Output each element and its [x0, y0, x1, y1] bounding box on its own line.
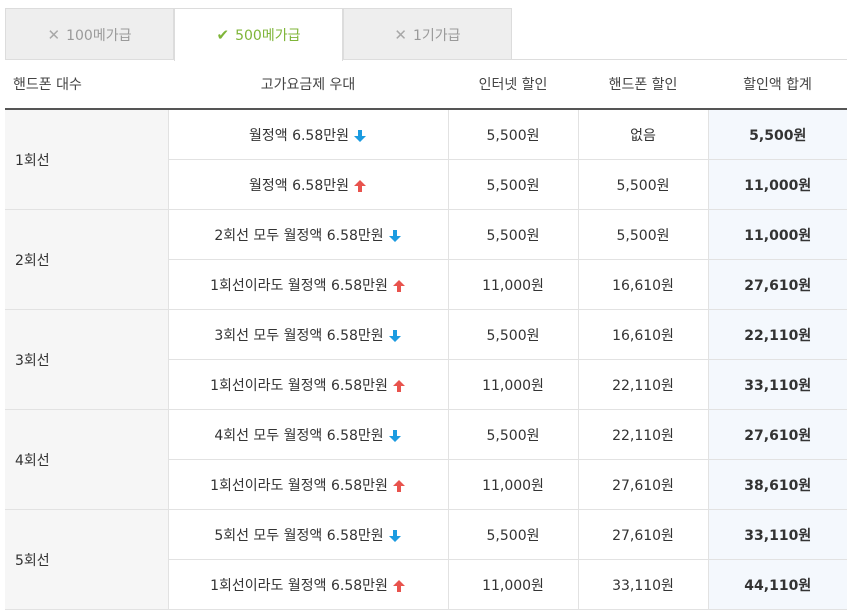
plan-condition-text: 1회선이라도 월정액 6.58만원: [210, 477, 388, 494]
phone-discount-cell: 22,110원: [577, 409, 708, 460]
phone-discount-cell: 없음: [577, 109, 708, 160]
tab-label: 100메가급: [66, 27, 132, 44]
tab-100mega[interactable]: ✕ 100메가급: [5, 8, 174, 60]
plan-condition-text: 2회선 모두 월정액 6.58만원: [214, 227, 384, 244]
speed-tab-bar: ✕ 100메가급 ✔ 500메가급 ✕ 1기가급: [5, 8, 512, 61]
arrow-up-icon: [392, 479, 405, 492]
internet-discount-cell: 11,000원: [447, 359, 578, 410]
plan-condition-cell: 4회선 모두 월정액 6.58만원: [167, 409, 448, 460]
phone-discount-cell: 5,500원: [577, 209, 708, 260]
total-discount-cell: 5,500원: [707, 109, 847, 160]
table-row: 2회선 2회선 모두 월정액 6.58만원 5,500원 5,500원 11,000원: [5, 209, 847, 310]
arrow-down-icon: [388, 229, 401, 242]
tab-1giga[interactable]: ✕ 1기가급: [343, 8, 512, 60]
header-phone-discount: 핸드폰 할인: [578, 59, 708, 110]
total-discount-cell: 27,610원: [707, 409, 847, 460]
check-mark-icon: ✔: [216, 26, 230, 44]
x-mark-icon: ✕: [394, 25, 407, 44]
phone-discount-cell: 5,500원: [577, 159, 708, 210]
plan-condition-cell: 1회선이라도 월정액 6.58만원: [168, 359, 448, 410]
plan-condition-text: 월정액 6.58만원: [248, 177, 350, 194]
header-internet-discount: 인터넷 할인: [448, 59, 578, 110]
header-premium-plan: 고가요금제 우대: [168, 59, 448, 110]
header-phone-count: 핸드폰 대수: [5, 59, 168, 110]
total-discount-cell: 11,000원: [707, 159, 847, 210]
phone-discount-cell: 27,610원: [577, 459, 708, 510]
plan-condition-text: 1회선이라도 월정액 6.58만원: [210, 277, 388, 294]
total-discount-cell: 44,110원: [707, 559, 847, 610]
arrow-down-icon: [388, 329, 401, 342]
plan-condition-text: 1회선이라도 월정액 6.58만원: [210, 577, 388, 594]
total-discount-cell: 33,110원: [707, 359, 847, 410]
plan-condition-cell: 2회선 모두 월정액 6.58만원: [167, 209, 448, 260]
total-discount-cell: 22,110원: [707, 309, 847, 360]
arrow-up-icon: [392, 279, 405, 292]
internet-discount-cell: 11,000원: [447, 559, 578, 610]
internet-discount-cell: 5,500원: [447, 209, 578, 260]
plan-condition-cell: 3회선 모두 월정액 6.58만원: [167, 309, 448, 360]
header-total-discount: 할인액 합계: [708, 59, 847, 110]
plan-condition-cell: 5회선 모두 월정액 6.58만원: [167, 509, 448, 560]
tab-500mega[interactable]: ✔ 500메가급: [174, 8, 343, 61]
internet-discount-cell: 5,500원: [447, 109, 578, 160]
plan-condition-text: 5회선 모두 월정액 6.58만원: [214, 527, 384, 544]
tab-label: 500메가급: [235, 28, 301, 44]
total-discount-cell: 11,000원: [707, 209, 847, 260]
table-row: 5회선 5회선 모두 월정액 6.58만원 5,500원 27,610원 33,110원: [5, 509, 847, 610]
total-discount-cell: 27,610원: [707, 259, 847, 310]
plan-condition-text: 월정액 6.58만원: [248, 127, 350, 144]
internet-discount-cell: 11,000원: [447, 459, 578, 510]
line-count-cell: 2회선: [5, 209, 169, 310]
plan-condition-text: 4회선 모두 월정액 6.58만원: [214, 427, 384, 444]
plan-condition-cell: 1회선이라도 월정액 6.58만원: [168, 559, 448, 610]
plan-condition-cell: 1회선이라도 월정액 6.58만원: [168, 459, 448, 510]
plan-condition-cell: 월정액 6.58만원: [168, 159, 448, 210]
phone-discount-cell: 16,610원: [577, 309, 708, 360]
internet-discount-cell: 5,500원: [447, 159, 578, 210]
arrow-down-icon: [388, 429, 401, 442]
arrow-down-icon: [354, 129, 367, 142]
internet-discount-cell: 5,500원: [447, 309, 578, 360]
table-row: 1회선 월정액 6.58만원 5,500원 없음 5,500원: [5, 109, 847, 210]
phone-discount-cell: 27,610원: [577, 509, 708, 560]
arrow-up-icon: [392, 379, 405, 392]
internet-discount-cell: 11,000원: [447, 259, 578, 310]
arrow-up-icon: [392, 579, 405, 592]
table-row: 3회선 3회선 모두 월정액 6.58만원 5,500원 16,610원 22,110원: [5, 309, 847, 410]
total-discount-cell: 38,610원: [707, 459, 847, 510]
line-count-cell: 4회선: [5, 409, 169, 510]
arrow-down-icon: [388, 529, 401, 542]
plan-condition-text: 1회선이라도 월정액 6.58만원: [210, 377, 388, 394]
discount-table: 핸드폰 대수 고가요금제 우대 인터넷 할인 핸드폰 할인 할인액 합계 1회선…: [5, 59, 847, 610]
plan-condition-cell: 1회선이라도 월정액 6.58만원: [168, 259, 448, 310]
plan-condition-text: 3회선 모두 월정액 6.58만원: [214, 327, 384, 344]
tab-label: 1기가급: [413, 27, 461, 44]
x-mark-icon: ✕: [47, 25, 61, 44]
phone-discount-cell: 16,610원: [577, 259, 708, 310]
table-row: 4회선 4회선 모두 월정액 6.58만원 5,500원 22,110원 27,610원: [5, 409, 847, 510]
total-discount-cell: 33,110원: [707, 509, 847, 560]
phone-discount-cell: 22,110원: [577, 359, 708, 410]
phone-discount-cell: 33,110원: [577, 559, 708, 610]
plan-condition-cell: 월정액 6.58만원: [167, 109, 448, 160]
line-count-cell: 3회선: [5, 309, 169, 410]
arrow-up-icon: [354, 179, 367, 192]
line-count-cell: 1회선: [5, 109, 169, 210]
line-count-cell: 5회선: [5, 509, 169, 610]
internet-discount-cell: 5,500원: [447, 509, 578, 560]
internet-discount-cell: 5,500원: [447, 409, 578, 460]
table-header-row: 핸드폰 대수 고가요금제 우대 인터넷 할인 핸드폰 할인 할인액 합계: [5, 59, 847, 110]
